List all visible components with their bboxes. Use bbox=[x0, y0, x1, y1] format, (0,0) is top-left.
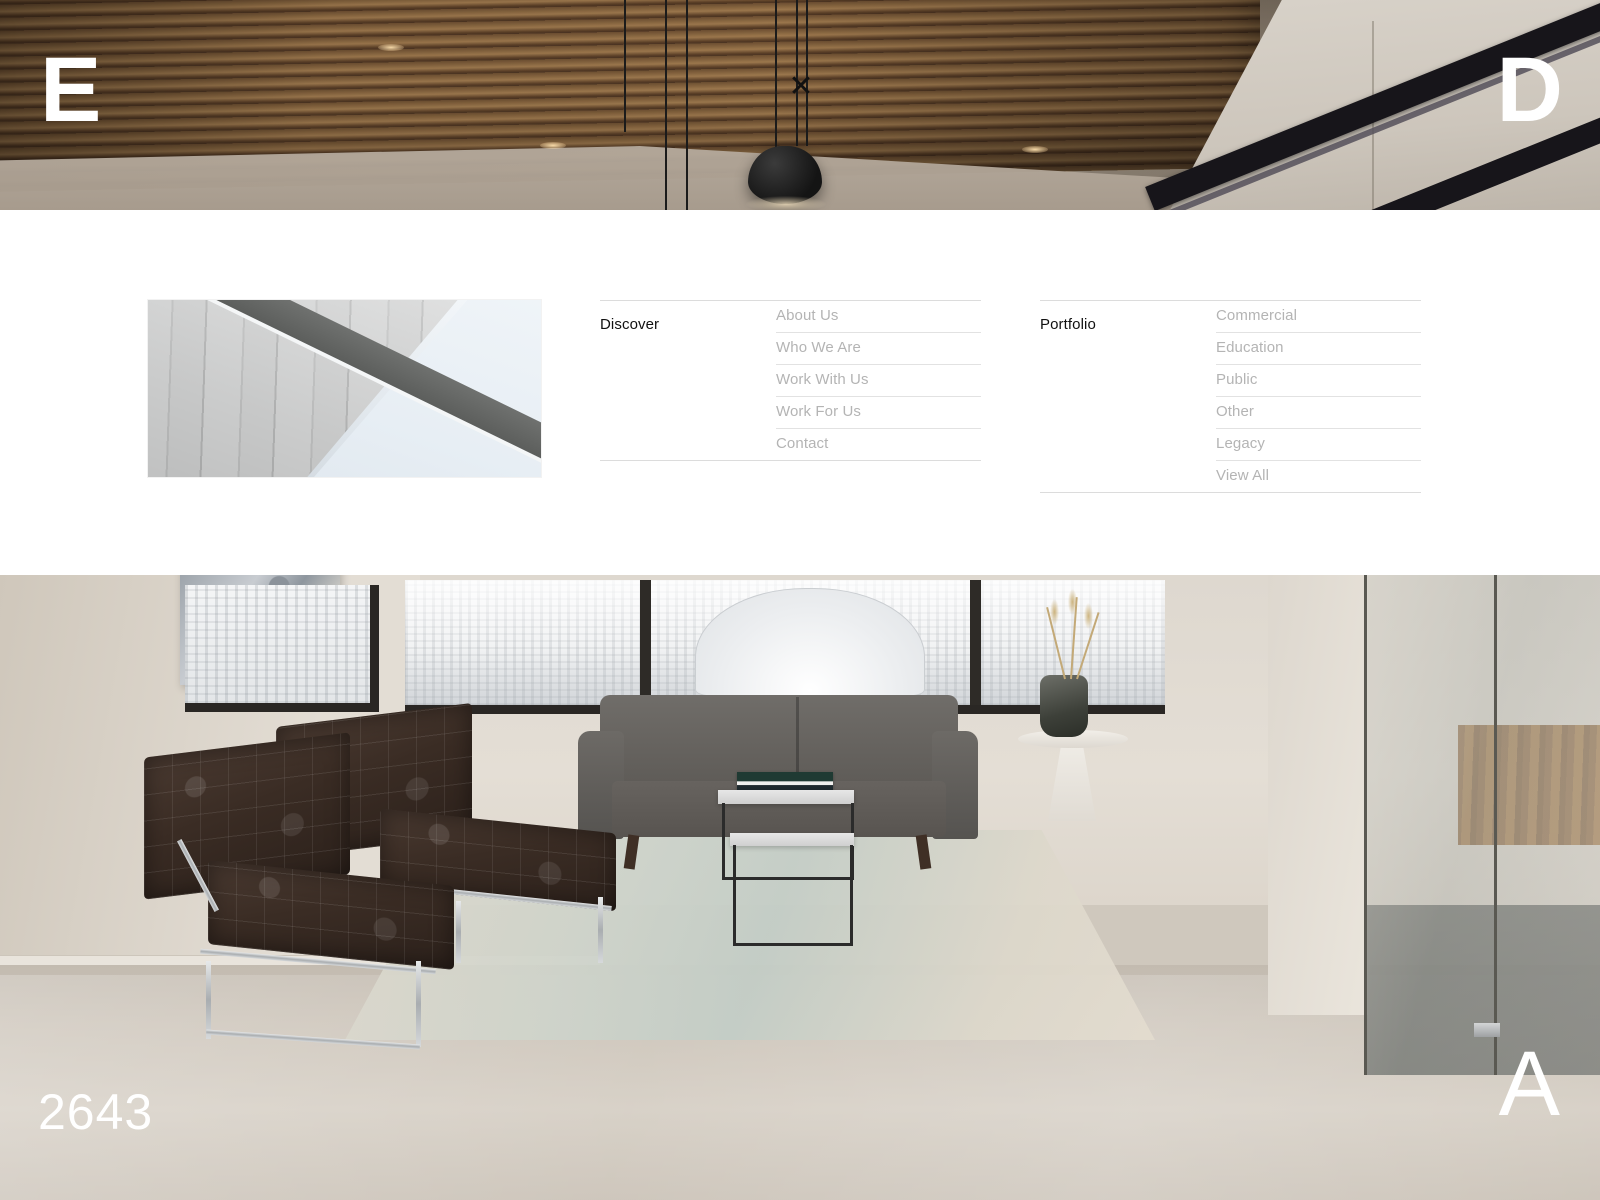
nav-link-work-for-us[interactable]: Work For Us bbox=[776, 397, 981, 429]
nav-link-contact[interactable]: Contact bbox=[776, 429, 981, 460]
navigation-thumbnail-image[interactable] bbox=[148, 300, 541, 477]
glass-mullion bbox=[1494, 575, 1497, 1075]
nav-link-other[interactable]: Other bbox=[1216, 397, 1421, 429]
nav-column-title-portfolio: Portfolio bbox=[1040, 316, 1096, 333]
nav-column-body: Discover About Us Who We Are Work With U… bbox=[600, 301, 981, 460]
glass-mullion bbox=[1364, 575, 1367, 1075]
nav-links-discover: About Us Who We Are Work With Us Work Fo… bbox=[776, 301, 981, 460]
partition-wall-column bbox=[1268, 575, 1368, 1015]
window-mullion bbox=[970, 580, 981, 705]
vase bbox=[1040, 675, 1088, 737]
city-view-left bbox=[185, 585, 370, 703]
sofa-leg bbox=[623, 834, 640, 870]
recessed-ceiling-light bbox=[1022, 146, 1048, 153]
window-mullion bbox=[640, 580, 651, 705]
nav-column-bottom-rule bbox=[1040, 492, 1421, 493]
corner-number-bottom-left: 2643 bbox=[38, 1084, 154, 1140]
corner-letter-bottom-right: A bbox=[1498, 1033, 1560, 1135]
chair-chrome-leg bbox=[206, 961, 211, 1039]
dried-stem-tuft bbox=[1068, 589, 1077, 615]
nesting-table-frame-low bbox=[733, 845, 853, 946]
cord-cross-detail: ✕ bbox=[788, 70, 814, 103]
nav-link-legacy[interactable]: Legacy bbox=[1216, 429, 1421, 461]
hero-image-bottom bbox=[0, 575, 1600, 1200]
chair-chrome-leg bbox=[598, 897, 603, 963]
window-left bbox=[185, 585, 379, 712]
page-root: ✕ Discover About Us Who We Are Work With… bbox=[0, 0, 1600, 1200]
nav-link-education[interactable]: Education bbox=[1216, 333, 1421, 365]
nav-column-bottom-rule bbox=[600, 460, 981, 461]
glass-floor-bracket bbox=[1474, 1023, 1500, 1037]
pendant-cord bbox=[665, 0, 667, 210]
recessed-ceiling-light bbox=[378, 44, 404, 51]
sofa-cushion-seam bbox=[796, 697, 799, 783]
nav-link-commercial[interactable]: Commercial bbox=[1216, 301, 1421, 333]
nav-column-portfolio: Portfolio Commercial Education Public Ot… bbox=[1040, 300, 1421, 493]
nav-column-body: Portfolio Commercial Education Public Ot… bbox=[1040, 301, 1421, 492]
nav-link-work-with-us[interactable]: Work With Us bbox=[776, 365, 981, 397]
pendant-lamp-glow bbox=[746, 196, 826, 210]
nav-column-discover: Discover About Us Who We Are Work With U… bbox=[600, 300, 981, 461]
navigation-overlay-panel: Discover About Us Who We Are Work With U… bbox=[0, 210, 1600, 575]
nav-link-who-we-are[interactable]: Who We Are bbox=[776, 333, 981, 365]
dried-stem-tuft bbox=[1050, 599, 1059, 625]
pendant-cord bbox=[624, 0, 626, 132]
pendant-cord bbox=[686, 0, 688, 210]
nav-column-title-discover: Discover bbox=[600, 316, 660, 333]
nav-links-portfolio: Commercial Education Public Other Legacy… bbox=[1216, 301, 1421, 492]
stacked-books bbox=[737, 772, 833, 791]
dried-stem-tuft bbox=[1084, 603, 1093, 629]
nav-link-view-all[interactable]: View All bbox=[1216, 461, 1421, 492]
glass-pane bbox=[1364, 575, 1600, 1075]
navigation-content: Discover About Us Who We Are Work With U… bbox=[148, 300, 1452, 493]
nav-link-public[interactable]: Public bbox=[1216, 365, 1421, 397]
nav-link-about-us[interactable]: About Us bbox=[776, 301, 981, 333]
recessed-ceiling-light bbox=[540, 142, 566, 149]
hero-image-top: ✕ bbox=[0, 0, 1600, 210]
sofa-leg bbox=[915, 834, 932, 870]
corner-letter-top-left: E bbox=[40, 39, 101, 141]
chair-chrome-leg bbox=[416, 961, 421, 1047]
chair-chrome-leg bbox=[456, 901, 461, 963]
pendant-cord bbox=[775, 0, 777, 150]
corner-letter-top-right: D bbox=[1496, 39, 1563, 141]
nesting-table-top-high bbox=[718, 790, 854, 804]
